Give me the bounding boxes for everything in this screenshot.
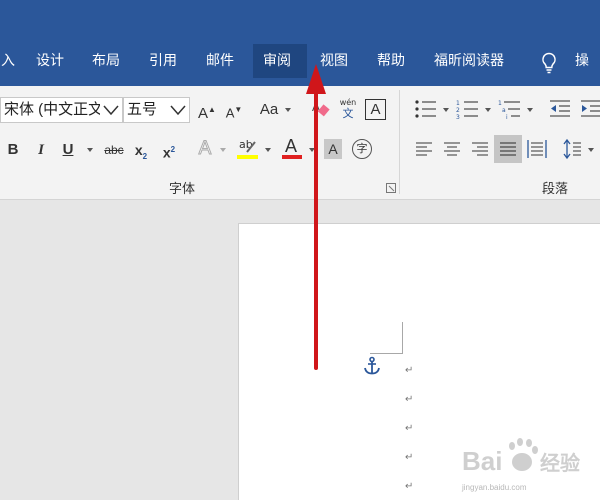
font-size-combo[interactable]: 五号 <box>123 97 190 123</box>
paragraph-group-label: 段落 <box>542 182 569 197</box>
change-case-button[interactable]: Aa <box>257 97 281 123</box>
line-spacing-icon[interactable] <box>562 138 582 160</box>
paragraph-mark: ↵ <box>405 394 414 405</box>
chevron-down-icon[interactable] <box>100 98 122 122</box>
subscript-glyph: x <box>134 142 143 158</box>
tab-design[interactable]: 设计 <box>26 44 74 78</box>
justify-button[interactable] <box>494 135 522 163</box>
font-color-swatch <box>282 155 302 159</box>
font-color-glyph: A <box>285 136 298 156</box>
strikethrough-button[interactable]: abc <box>101 137 127 163</box>
multilevel-list-icon[interactable]: 1 a i <box>498 98 522 120</box>
paragraph-mark: ↵ <box>405 452 414 463</box>
bullets-caret-icon[interactable] <box>443 108 449 112</box>
character-border-button[interactable]: A <box>365 99 386 120</box>
line-spacing-caret-icon[interactable] <box>588 148 594 152</box>
margin-corner-mark <box>370 322 403 354</box>
text-effects-caret-icon[interactable] <box>220 148 226 152</box>
dialog-launcher-icon[interactable] <box>386 183 396 193</box>
tab-references[interactable]: 引用 <box>139 44 187 78</box>
pen-icon <box>246 141 256 153</box>
enclose-characters-button[interactable]: 字 <box>352 139 372 159</box>
lightbulb-icon[interactable] <box>541 52 557 74</box>
multilevel-caret-icon[interactable] <box>527 108 533 112</box>
font-group-label: 字体 <box>169 182 196 197</box>
shrink-font-button[interactable]: A▼ <box>224 97 244 123</box>
watermark-brand-tail: 经验 <box>540 451 580 475</box>
svg-text:i: i <box>506 114 508 120</box>
subscript-button[interactable]: x2 <box>132 137 150 163</box>
group-separator <box>399 90 400 194</box>
annotation-arrow-icon <box>306 64 326 370</box>
font-size-value: 五号 <box>127 101 158 118</box>
highlight-button[interactable]: ab <box>237 136 259 162</box>
phonetic-guide-button[interactable]: wén 文 <box>338 98 358 124</box>
svg-text:a: a <box>502 107 506 114</box>
superscript-digit: 2 <box>170 145 176 154</box>
change-case-caret-icon[interactable] <box>285 108 291 112</box>
paragraph-mark: ↵ <box>405 423 414 434</box>
bold-button[interactable]: B <box>5 137 21 163</box>
svg-text:1: 1 <box>498 100 502 107</box>
tell-me-label[interactable]: 操作 <box>575 44 600 103</box>
tab-layout[interactable]: 布局 <box>82 44 130 78</box>
align-right-icon[interactable] <box>471 140 489 158</box>
italic-button[interactable]: I <box>33 137 49 163</box>
superscript-glyph: x <box>162 144 171 161</box>
svg-text:1: 1 <box>456 100 460 107</box>
highlight-caret-icon[interactable] <box>265 148 271 152</box>
bullets-icon[interactable] <box>414 98 438 120</box>
increase-indent-icon[interactable] <box>580 99 600 119</box>
numbering-icon[interactable]: 1 2 3 <box>456 98 480 120</box>
paragraph-mark: ↵ <box>405 365 414 376</box>
grow-font-glyph: A <box>198 105 209 122</box>
underline-button[interactable]: U <box>60 137 76 163</box>
svg-text:2: 2 <box>456 107 460 114</box>
tab-review[interactable]: 审阅 <box>253 44 307 78</box>
tab-mailings[interactable]: 邮件 <box>196 44 244 78</box>
highlight-color-swatch <box>237 155 258 159</box>
svg-text:3: 3 <box>456 114 460 120</box>
align-center-icon[interactable] <box>443 140 461 158</box>
superscript-button[interactable]: x2 <box>160 137 178 163</box>
numbering-caret-icon[interactable] <box>485 108 491 112</box>
justify-icon <box>500 142 516 156</box>
watermark-url: jingyan.baidu.com <box>462 483 527 492</box>
watermark-brand: Bai <box>462 446 502 476</box>
anchor-icon[interactable] <box>362 356 382 376</box>
tab-help[interactable]: 帮助 <box>367 44 415 78</box>
font-color-button[interactable]: A <box>282 136 302 162</box>
align-left-icon[interactable] <box>415 140 433 158</box>
paragraph-mark: ↵ <box>405 481 414 492</box>
underline-caret-icon[interactable] <box>87 148 93 152</box>
tab-foxit-reader[interactable]: 福昕阅读器 <box>424 44 514 78</box>
text-effects-button[interactable]: A <box>195 136 215 162</box>
distributed-align-icon[interactable] <box>527 139 547 159</box>
grow-font-button[interactable]: A▲ <box>197 97 217 123</box>
font-name-combo[interactable]: 宋体 (中文正文 <box>0 97 123 123</box>
chevron-down-icon[interactable] <box>167 98 189 122</box>
phonetic-bottom-text: 文 <box>342 107 354 120</box>
subscript-digit: 2 <box>142 151 148 161</box>
decrease-indent-icon[interactable] <box>549 99 571 119</box>
tab-insert[interactable]: 入 <box>0 44 25 78</box>
font-name-value: 宋体 (中文正文 <box>4 101 104 118</box>
